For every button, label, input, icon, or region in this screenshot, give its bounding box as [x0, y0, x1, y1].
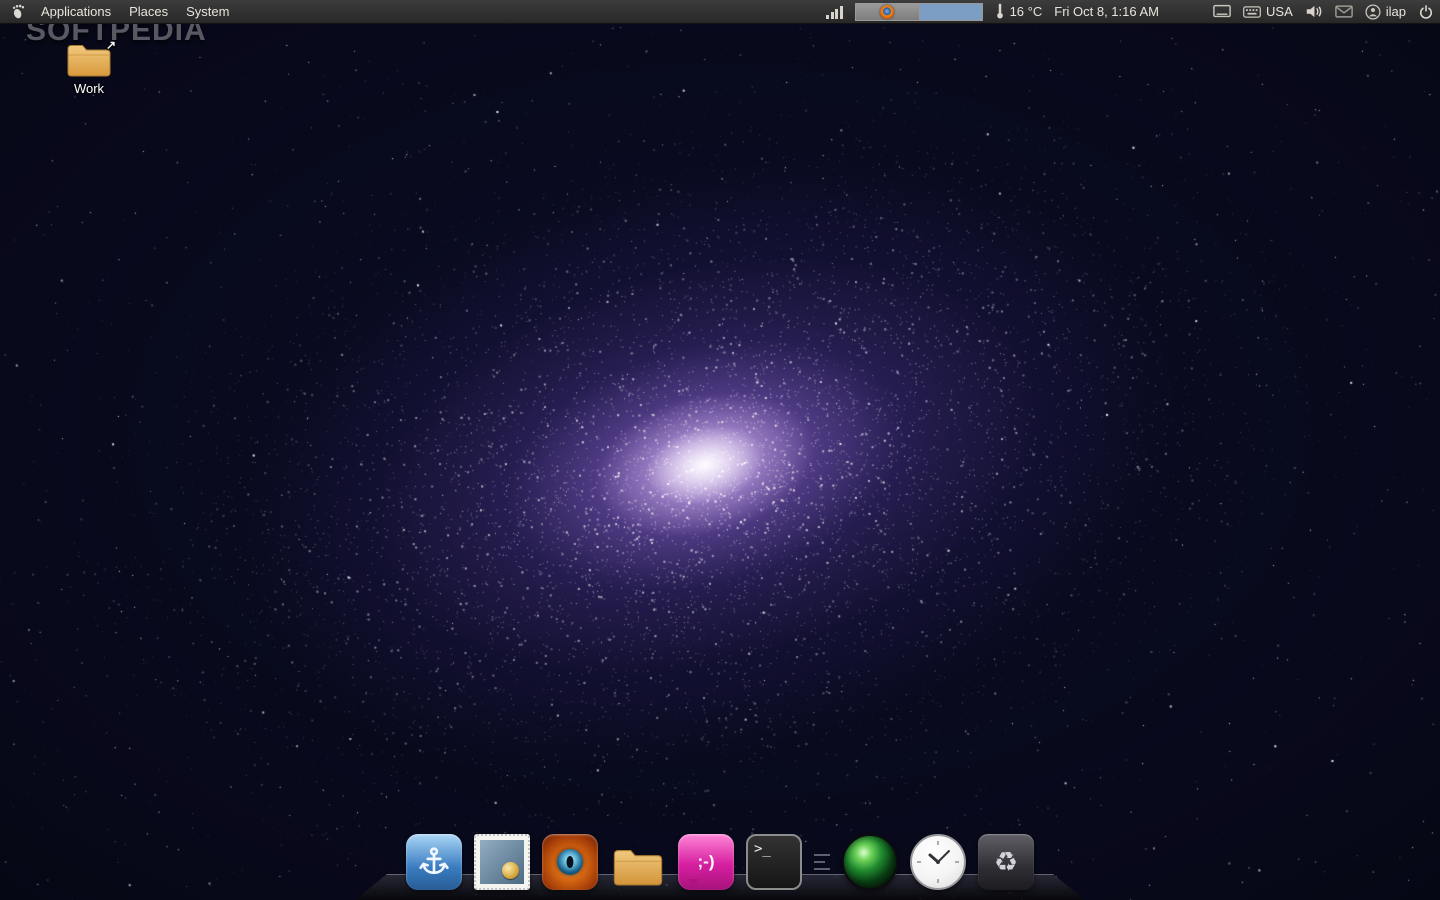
- trash-icon[interactable]: ♻: [978, 834, 1034, 890]
- power-icon: [1418, 4, 1434, 20]
- gnome-foot-icon[interactable]: [6, 3, 31, 20]
- keyboard-layout-applet[interactable]: USA: [1243, 4, 1293, 19]
- user-icon: [1365, 4, 1381, 20]
- menu-system[interactable]: System: [178, 2, 237, 21]
- clock-icon[interactable]: [910, 834, 966, 890]
- display-icon[interactable]: [1213, 4, 1231, 19]
- mail-indicator[interactable]: [1335, 5, 1353, 18]
- session-applet[interactable]: ilap: [1365, 4, 1406, 20]
- speaker-icon: [1305, 4, 1323, 19]
- terminal-prompt-text: >_: [754, 841, 771, 857]
- recycle-glyph: ♻: [994, 847, 1018, 878]
- shortcut-arrow-icon: ↗: [106, 38, 116, 52]
- dock-separator: [814, 840, 830, 884]
- chat-icon[interactable]: ;-): [678, 834, 734, 890]
- chat-smiley-text: ;-): [698, 852, 715, 872]
- clock-applet[interactable]: Fri Oct 8, 1:16 AM: [1054, 4, 1159, 19]
- username-label: ilap: [1386, 4, 1406, 19]
- clock-text: Fri Oct 8, 1:16 AM: [1054, 4, 1159, 19]
- eye-iris: [557, 849, 583, 875]
- keyboard-icon: [1243, 6, 1261, 18]
- power-button[interactable]: [1418, 4, 1434, 20]
- workspace-switcher: [855, 3, 983, 21]
- weather-temperature: 16 °C: [1010, 4, 1043, 19]
- anchor-icon[interactable]: [406, 834, 462, 890]
- envelope-icon: [1335, 5, 1353, 18]
- desktop-surface: SOFTPEDIA Applications Places System: [0, 0, 1440, 900]
- desktop-icon-work[interactable]: ↗ Work: [56, 42, 122, 96]
- terminal-icon[interactable]: >_: [746, 834, 802, 890]
- workspace-1[interactable]: [856, 4, 919, 20]
- firefox-icon: [880, 5, 894, 19]
- signal-strength-icon[interactable]: [826, 5, 843, 19]
- dock: ;-) >_: [372, 834, 1068, 900]
- radar-icon[interactable]: [842, 834, 898, 890]
- menu-applications[interactable]: Applications: [33, 2, 119, 21]
- thermometer-icon: [995, 3, 1005, 20]
- eye-photo-icon[interactable]: [542, 834, 598, 890]
- weather-applet[interactable]: 16 °C: [995, 3, 1043, 20]
- volume-applet[interactable]: [1305, 4, 1323, 19]
- pocket-watch-icon: [502, 862, 519, 879]
- top-panel: Applications Places System 16 °C: [0, 0, 1440, 24]
- workspace-2[interactable]: [919, 4, 982, 20]
- keyboard-layout-label: USA: [1266, 4, 1293, 19]
- mail-stamp-icon[interactable]: [474, 834, 530, 890]
- menu-places[interactable]: Places: [121, 2, 176, 21]
- starfield: [0, 0, 1440, 900]
- folder-icon[interactable]: [610, 834, 666, 890]
- desktop-icon-label: Work: [56, 81, 122, 96]
